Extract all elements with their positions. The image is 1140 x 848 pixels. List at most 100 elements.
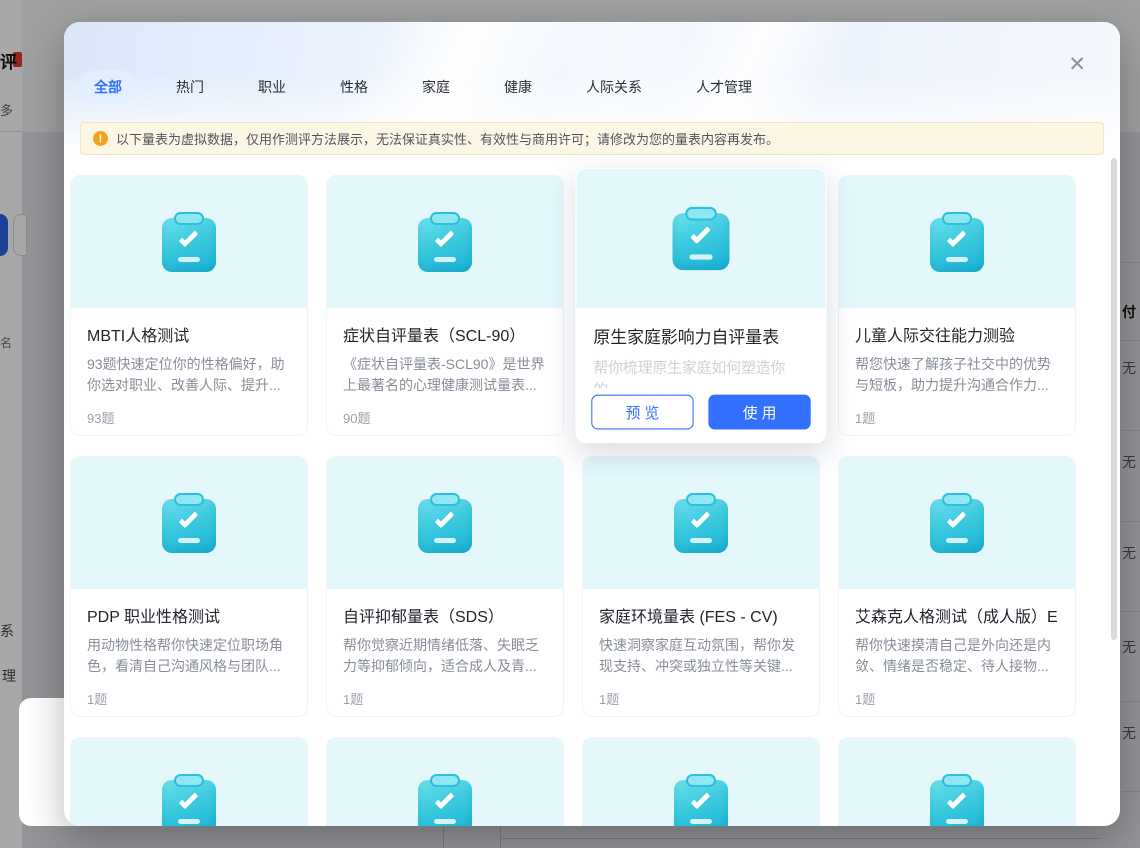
clipboard-check-icon [162,493,216,553]
card-icon-area [577,169,826,308]
template-card[interactable]: 症状自评量表（SCL-90） 《症状自评量表-SCL90》是世界上最著名的心理健康… [326,175,564,436]
clipboard-body [674,499,728,553]
template-card[interactable]: 艾森克人格测试（成人版）E...帮你快速摸清自己是外向还是内敛、情绪是否稳定、待… [838,456,1076,717]
clipboard-clip [686,774,716,787]
template-gallery-modal: ✕ 全部热门职业性格家庭健康人际关系人才管理 ! 以下量表为虚拟数据，仅用作测评… [64,22,1120,826]
card-icon-area [839,738,1075,826]
card-title: MBTI人格测试 [87,322,291,346]
clipboard-clip [685,207,717,221]
close-icon[interactable]: ✕ [1068,54,1086,75]
card-title: 儿童人际交往能力测验 [855,322,1059,346]
tab-5[interactable]: 家庭 [408,70,464,104]
clipboard-bar [178,819,200,824]
tab-6[interactable]: 健康 [490,70,546,104]
template-card[interactable] [838,737,1076,826]
card-icon-area [71,457,307,589]
card-icon-area [71,176,307,308]
clipboard-body [418,499,472,553]
card-title: 症状自评量表（SCL-90） [343,322,547,346]
card-description: 《症状自评量表-SCL90》是世界上最著名的心理健康测试量表... [343,354,547,396]
clipboard-clip [430,212,460,225]
card-icon-area [839,457,1075,589]
clipboard-check-icon [930,212,984,272]
card-body: 症状自评量表（SCL-90） 《症状自评量表-SCL90》是世界上最著名的心理健康… [327,308,563,439]
card-icon-area [327,457,563,589]
card-question-count: 1题 [599,689,803,708]
clipboard-bar [690,538,712,543]
clipboard-bar [689,254,712,259]
warning-icon: ! [93,131,108,146]
clipboard-bar [434,257,456,262]
clipboard-check-icon [930,774,984,826]
clipboard-check-icon [418,493,472,553]
clipboard-check-icon [418,774,472,826]
card-body: MBTI人格测试 93题快速定位你的性格偏好，助你选对职业、改善人际、提升... 9… [71,308,307,439]
clipboard-bar [946,257,968,262]
template-card-hovered[interactable]: 预 览使 用原生家庭影响力自评量表帮你梳理原生家庭如何塑造你的... [575,168,826,443]
tab-7[interactable]: 人际关系 [572,70,656,104]
tab-1[interactable]: 全部 [80,70,136,104]
clipboard-clip [686,493,716,506]
template-grid-wrap: MBTI人格测试 93题快速定位你的性格偏好，助你选对职业、改善人际、提升... 9… [64,175,1120,826]
card-icon-area [327,176,563,308]
card-question-count: 1题 [87,689,291,708]
card-question-count: 93题 [87,408,291,427]
template-card[interactable]: 自评抑郁量表（SDS）帮你觉察近期情绪低落、失眠乏力等抑郁倾向，适合成人及青..… [326,456,564,717]
tab-8[interactable]: 人才管理 [682,70,766,104]
template-card[interactable]: 家庭环境量表 (FES - CV)快速洞察家庭互动氛围，帮你发现支持、冲突或独立… [582,456,820,717]
card-icon-area [839,176,1075,308]
clipboard-bar [178,257,200,262]
clipboard-clip [942,493,972,506]
card-icon-area [327,738,563,826]
tab-2[interactable]: 热门 [162,70,218,104]
clipboard-check-icon [674,774,728,826]
card-icon-area [71,738,307,826]
template-card[interactable] [326,737,564,826]
template-card[interactable]: PDP 职业性格测试用动物性格帮你快速定位职场角色，看清自己沟通风格与团队...… [70,456,308,717]
tab-bar: 全部热门职业性格家庭健康人际关系人才管理 [64,22,1120,104]
scrollbar-thumb[interactable] [1111,158,1117,640]
card-description: 帮你觉察近期情绪低落、失眠乏力等抑郁倾向，适合成人及青... [343,635,547,677]
card-question-count: 90题 [343,408,547,427]
template-card[interactable]: 儿童人际交往能力测验帮您快速了解孩子社交中的优势与短板，助力提升沟通合作力...… [838,175,1076,436]
use-button[interactable]: 使 用 [708,395,810,430]
clipboard-bar [946,538,968,543]
clipboard-body [162,218,216,272]
clipboard-body [673,213,730,270]
clipboard-body [418,218,472,272]
template-card[interactable]: MBTI人格测试 93题快速定位你的性格偏好，助你选对职业、改善人际、提升... 9… [70,175,308,436]
card-body: PDP 职业性格测试用动物性格帮你快速定位职场角色，看清自己沟通风格与团队...… [71,589,307,720]
tab-4[interactable]: 性格 [326,70,382,104]
card-question-count: 1题 [343,689,547,708]
clipboard-clip [430,493,460,506]
card-title: PDP 职业性格测试 [87,603,291,627]
clipboard-clip [942,774,972,787]
card-title: 艾森克人格测试（成人版）E... [855,603,1059,627]
clipboard-bar [178,538,200,543]
card-title: 原生家庭影响力自评量表 [593,323,808,348]
preview-button[interactable]: 预 览 [591,395,693,430]
card-description: 帮您快速了解孩子社交中的优势与短板，助力提升沟通合作力... [855,354,1059,396]
card-body: 艾森克人格测试（成人版）E...帮你快速摸清自己是外向还是内敛、情绪是否稳定、待… [839,589,1075,720]
clipboard-bar [434,538,456,543]
tab-3[interactable]: 职业 [244,70,300,104]
card-question-count: 1题 [855,408,1059,427]
clipboard-clip [174,493,204,506]
template-card[interactable] [70,737,308,826]
notice-banner: ! 以下量表为虚拟数据，仅用作测评方法展示，无法保证真实性、有效性与商用许可；请… [80,122,1104,155]
clipboard-check-icon [674,493,728,553]
card-body: 自评抑郁量表（SDS）帮你觉察近期情绪低落、失眠乏力等抑郁倾向，适合成人及青..… [327,589,563,720]
notice-text: 以下量表为虚拟数据，仅用作测评方法展示，无法保证真实性、有效性与商用许可；请修改… [116,129,779,148]
card-description: 93题快速定位你的性格偏好，助你选对职业、改善人际、提升... [87,354,291,396]
clipboard-body [930,499,984,553]
clipboard-clip [942,212,972,225]
card-description: 用动物性格帮你快速定位职场角色，看清自己沟通风格与团队... [87,635,291,677]
clipboard-check-icon [418,212,472,272]
clipboard-bar [946,819,968,824]
clipboard-clip [174,774,204,787]
card-question-count: 1题 [855,689,1059,708]
template-grid: MBTI人格测试 93题快速定位你的性格偏好，助你选对职业、改善人际、提升... 9… [64,175,1120,826]
clipboard-check-icon [162,212,216,272]
card-description: 快速洞察家庭互动氛围，帮你发现支持、冲突或独立性等关键... [599,635,803,677]
template-card[interactable] [582,737,820,826]
